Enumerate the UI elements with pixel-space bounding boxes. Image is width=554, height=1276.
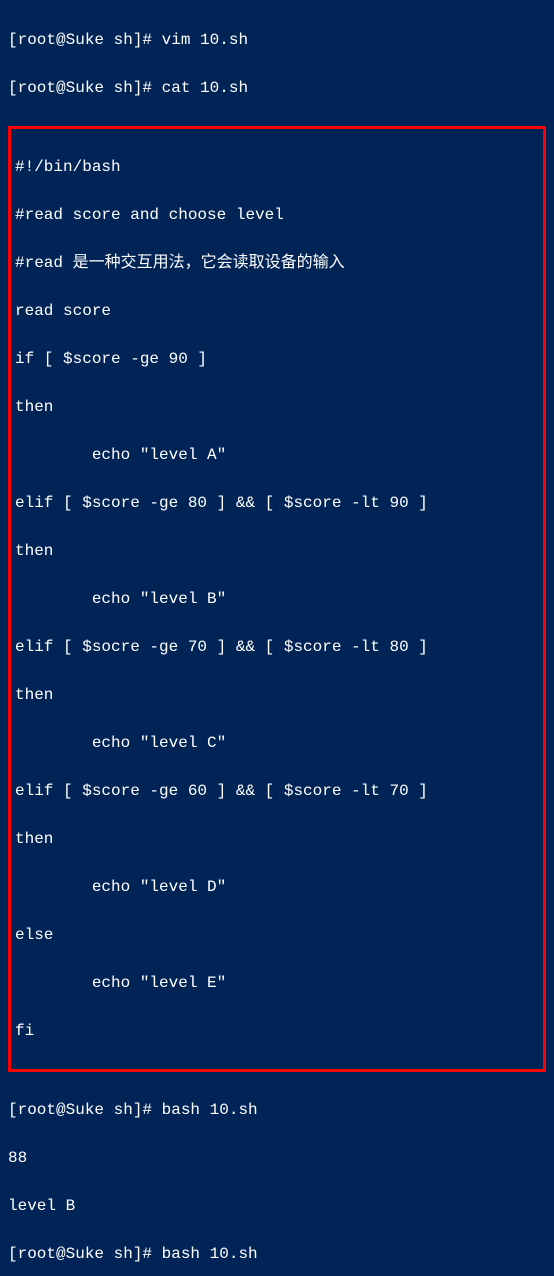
script-line: echo "level D" [15,875,539,899]
prompt-line: [root@Suke sh]# bash 10.sh [8,1242,546,1266]
script-line: fi [15,1019,539,1043]
script-line: #read 是一种交互用法，它会读取设备的输入 [15,251,539,275]
script-line: echo "level B" [15,587,539,611]
prompt-line: [root@Suke sh]# vim 10.sh [8,28,546,52]
script-line: then [15,683,539,707]
prompt-line: [root@Suke sh]# bash 10.sh [8,1098,546,1122]
script-line: read score [15,299,539,323]
prompt-line: [root@Suke sh]# cat 10.sh [8,76,546,100]
terminal-window[interactable]: [root@Suke sh]# vim 10.sh [root@Suke sh]… [0,0,554,1276]
script-line: elif [ $score -ge 80 ] && [ $score -lt 9… [15,491,539,515]
highlighted-script-box: #!/bin/bash #read score and choose level… [8,126,546,1072]
script-line: if [ $score -ge 90 ] [15,347,539,371]
script-line: elif [ $socre -ge 70 ] && [ $score -lt 8… [15,635,539,659]
script-line: echo "level A" [15,443,539,467]
output-line: level B [8,1194,546,1218]
script-line: else [15,923,539,947]
script-line: #!/bin/bash [15,155,539,179]
user-input: 88 [8,1146,546,1170]
script-line: echo "level E" [15,971,539,995]
script-line: then [15,539,539,563]
script-line: #read score and choose level [15,203,539,227]
script-line: echo "level C" [15,731,539,755]
script-line: then [15,395,539,419]
script-line: elif [ $score -ge 60 ] && [ $score -lt 7… [15,779,539,803]
script-line: then [15,827,539,851]
